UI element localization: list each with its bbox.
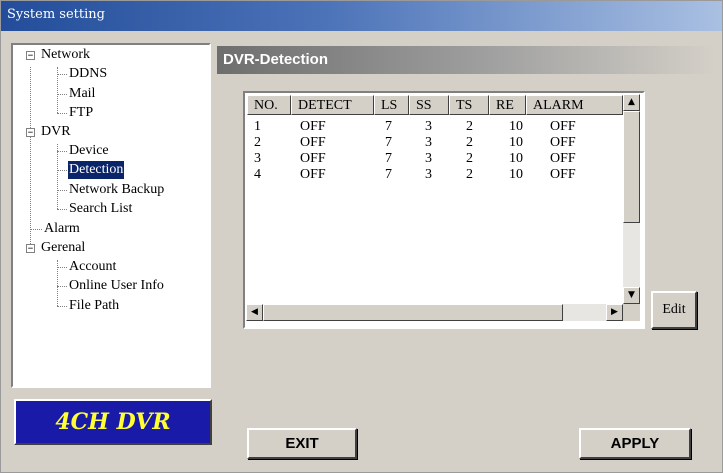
- tree-item-search-list[interactable]: Search List: [69, 200, 132, 218]
- cell-re: 10: [509, 151, 523, 166]
- cell-ls: 7: [385, 135, 392, 150]
- cell-ls: 7: [385, 151, 392, 166]
- cell-ss: 3: [425, 119, 432, 134]
- dvr-logo: 4CH DVR: [14, 399, 212, 445]
- collapse-network-icon[interactable]: −: [26, 51, 35, 61]
- tree-item-dvr[interactable]: DVR: [41, 123, 71, 141]
- cell-ts: 2: [466, 135, 473, 150]
- cell-detect: OFF: [300, 135, 326, 150]
- cell-ss: 3: [425, 167, 432, 182]
- tree-connector: [30, 67, 31, 244]
- tree-item-file-path[interactable]: File Path: [69, 297, 119, 315]
- tree-connector: [57, 94, 67, 95]
- column-header-ss[interactable]: SS: [409, 95, 449, 115]
- column-header-no[interactable]: NO.: [247, 95, 291, 115]
- tree-item-network-backup[interactable]: Network Backup: [69, 181, 164, 199]
- cell-no: 4: [254, 167, 261, 182]
- cell-ts: 2: [466, 151, 473, 166]
- tree-connector: [57, 170, 67, 171]
- cell-ts: 2: [466, 167, 473, 182]
- cell-alarm: OFF: [550, 167, 576, 182]
- tree-item-device[interactable]: Device: [69, 142, 109, 160]
- system-setting-window: System setting − Network DDNS Mail FTP −…: [0, 0, 723, 473]
- cell-alarm: OFF: [550, 151, 576, 166]
- down-arrow-icon[interactable]: ▼: [623, 287, 640, 304]
- up-arrow-icon[interactable]: ▲: [623, 94, 640, 111]
- column-header-ls[interactable]: LS: [374, 95, 409, 115]
- tree-connector: [57, 306, 67, 307]
- tree-item-general[interactable]: Gerenal: [41, 239, 85, 257]
- cell-detect: OFF: [300, 167, 326, 182]
- collapse-dvr-icon[interactable]: −: [26, 128, 35, 138]
- cell-no: 3: [254, 151, 261, 166]
- cell-alarm: OFF: [550, 119, 576, 134]
- left-arrow-icon[interactable]: ◀: [246, 304, 263, 321]
- tree-connector: [57, 144, 58, 209]
- tree-connector: [57, 286, 67, 287]
- edit-button[interactable]: Edit: [651, 291, 697, 329]
- cell-re: 10: [509, 167, 523, 182]
- tree-item-detection[interactable]: Detection: [68, 161, 125, 179]
- cell-detect: OFF: [300, 119, 326, 134]
- vertical-scroll-thumb[interactable]: [623, 111, 640, 223]
- cell-alarm: OFF: [550, 135, 576, 150]
- tree-item-alarm[interactable]: Alarm: [44, 220, 80, 238]
- tree-item-network[interactable]: Network: [41, 46, 90, 64]
- right-arrow-icon[interactable]: ▶: [606, 304, 623, 321]
- column-header-detect[interactable]: DETECT: [291, 95, 374, 115]
- tree-connector: [57, 113, 67, 114]
- cell-re: 10: [509, 135, 523, 150]
- tree-connector: [57, 190, 67, 191]
- tree-connector: [30, 229, 42, 230]
- column-header-ts[interactable]: TS: [449, 95, 489, 115]
- exit-button[interactable]: EXIT: [247, 428, 357, 459]
- tree-item-mail[interactable]: Mail: [69, 85, 95, 103]
- cell-no: 2: [254, 135, 261, 150]
- scroll-corner: [623, 304, 640, 321]
- tree-connector: [57, 151, 67, 152]
- cell-re: 10: [509, 119, 523, 134]
- panel-title: DVR-Detection: [223, 51, 329, 68]
- vertical-scrollbar[interactable]: ▲ ▼: [623, 94, 640, 304]
- window-title: System setting: [7, 7, 105, 22]
- tree-connector: [57, 74, 67, 75]
- detection-list[interactable]: NO. DETECT LS SS TS RE ALARM 1 OFF 7 3 2…: [243, 91, 645, 329]
- cell-ls: 7: [385, 119, 392, 134]
- cell-ls: 7: [385, 167, 392, 182]
- cell-ss: 3: [425, 151, 432, 166]
- column-header-re[interactable]: RE: [489, 95, 526, 115]
- apply-button[interactable]: APPLY: [579, 428, 691, 459]
- tree-item-ftp[interactable]: FTP: [69, 104, 93, 122]
- tree-connector: [57, 267, 67, 268]
- column-header-alarm[interactable]: ALARM: [526, 95, 623, 115]
- collapse-general-icon[interactable]: −: [26, 244, 35, 254]
- cell-detect: OFF: [300, 151, 326, 166]
- logo-text: 4CH DVR: [55, 409, 171, 435]
- settings-tree: − Network DDNS Mail FTP − DVR Device Det…: [11, 43, 211, 388]
- title-bar: System setting: [1, 1, 722, 31]
- horizontal-scrollbar[interactable]: ◀ ▶: [246, 304, 623, 321]
- tree-item-account[interactable]: Account: [69, 258, 116, 276]
- cell-no: 1: [254, 119, 261, 134]
- horizontal-scroll-thumb[interactable]: [263, 304, 563, 321]
- tree-item-online-user-info[interactable]: Online User Info: [69, 277, 164, 295]
- cell-ts: 2: [466, 119, 473, 134]
- tree-connector: [57, 209, 67, 210]
- tree-item-ddns[interactable]: DDNS: [69, 65, 107, 83]
- cell-ss: 3: [425, 135, 432, 150]
- panel-header: DVR-Detection: [217, 46, 716, 74]
